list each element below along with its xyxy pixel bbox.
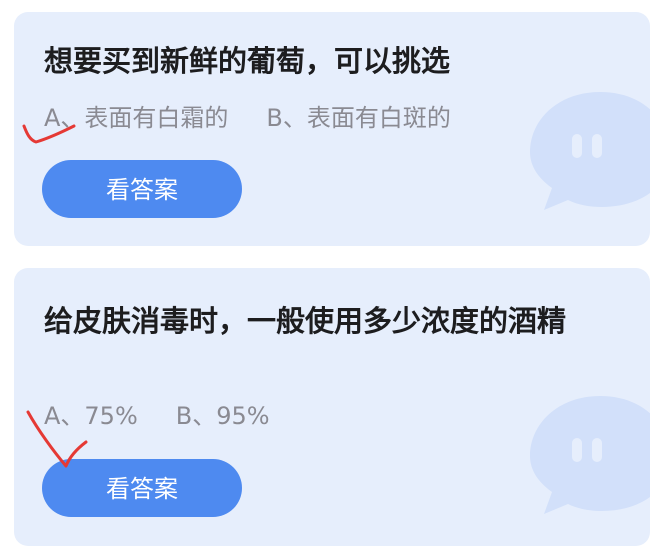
question-text: 想要买到新鲜的葡萄，可以挑选 — [44, 44, 451, 78]
question-card-1: 想要买到新鲜的葡萄，可以挑选 A、表面有白霜的 B、表面有白斑的 看答案 — [14, 12, 650, 246]
show-answer-button[interactable]: 看答案 — [42, 160, 242, 218]
chat-bubble-icon — [530, 396, 650, 514]
options-row: A、表面有白霜的 B、表面有白斑的 — [44, 98, 451, 133]
checkmark-icon — [22, 124, 76, 144]
chat-bubble-icon — [530, 92, 650, 210]
option-b: B、95% — [175, 402, 270, 430]
question-card-2: 给皮肤消毒时，一般使用多少浓度的酒精 A、75% B、95% 看答案 — [14, 268, 650, 546]
question-text: 给皮肤消毒时，一般使用多少浓度的酒精 — [44, 304, 567, 338]
option-b: B、表面有白斑的 — [266, 104, 451, 132]
checkmark-icon — [26, 410, 88, 468]
